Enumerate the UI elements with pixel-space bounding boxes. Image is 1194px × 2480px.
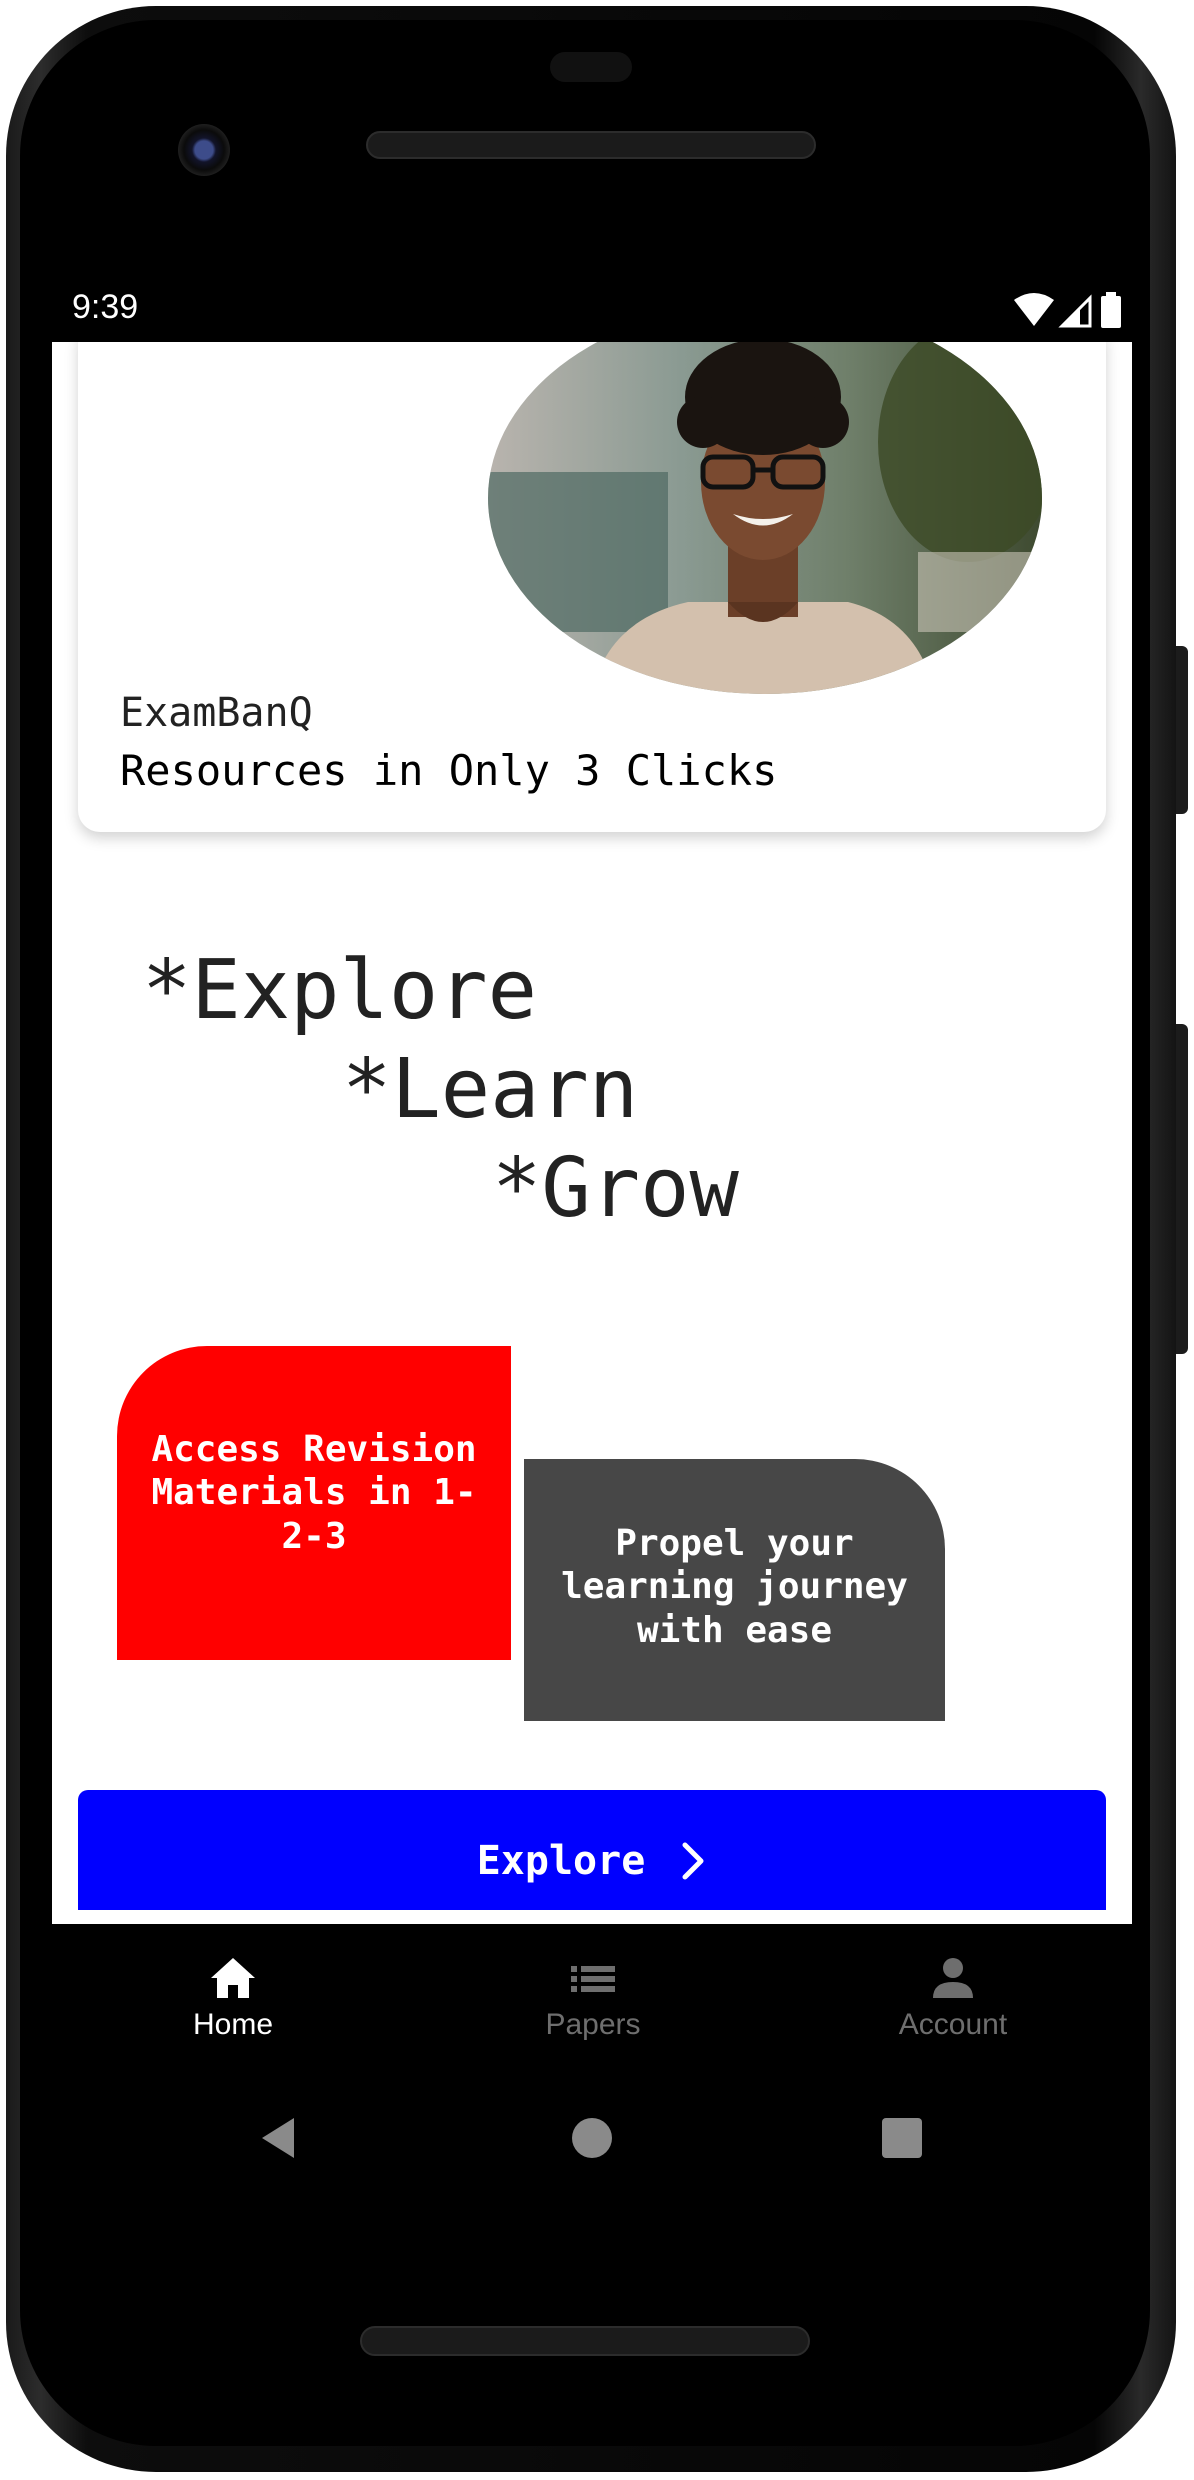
app-screen: ExamBanQ Resources in Only 3 Clicks *Exp… [52, 342, 1132, 1924]
status-icons [1014, 292, 1121, 328]
home-icon [211, 1958, 255, 1998]
revision-tile-text: Access Revision Materials in 1-2-3 [151, 1429, 477, 1557]
list-icon [571, 1966, 615, 1992]
phone-device: 9:39 ExamBanQ Resources in Only 3 Clicks… [0, 0, 1194, 2480]
chevron-right-icon [682, 1842, 704, 1880]
app-brand-name: ExamBanQ [120, 690, 313, 736]
nav-home-label: Home [192, 2008, 274, 2041]
status-bar: 9:39 [52, 280, 1132, 344]
earpiece-speaker [366, 131, 816, 159]
motto-learn: *Learn [342, 1042, 639, 1137]
app-tagline: Resources in Only 3 Clicks [120, 746, 778, 795]
recents-icon[interactable] [872, 2108, 932, 2168]
front-camera [178, 124, 230, 176]
propel-tile-text: Propel your learning journey with ease [561, 1523, 908, 1651]
motto-grow: *Grow [492, 1141, 739, 1236]
status-time: 9:39 [72, 288, 139, 326]
battery-icon [1101, 292, 1121, 328]
nav-account-label: Account [898, 2008, 1008, 2041]
hero-card: ExamBanQ Resources in Only 3 Clicks [78, 342, 1106, 832]
home-circle-icon[interactable] [562, 2108, 622, 2168]
bottom-navigation: Home Papers Account [52, 1924, 1132, 2064]
person-icon [933, 1958, 973, 1998]
nav-home[interactable]: Home [113, 1952, 353, 2052]
volume-button [1176, 1024, 1188, 1354]
propel-tile: Propel your learning journey with ease [524, 1459, 945, 1721]
revision-tile: Access Revision Materials in 1-2-3 [117, 1346, 511, 1660]
proximity-sensor [550, 52, 632, 82]
explore-button[interactable]: Explore [78, 1790, 1106, 1910]
nav-papers-label: Papers [545, 2008, 641, 2041]
system-navigation-bar [52, 2090, 1132, 2190]
wifi-icon [1014, 293, 1054, 326]
back-icon[interactable] [252, 2108, 312, 2168]
nav-account[interactable]: Account [833, 1952, 1073, 2052]
student-photo [488, 342, 1042, 694]
nav-papers[interactable]: Papers [473, 1952, 713, 2052]
explore-button-label: Explore [476, 1838, 646, 1884]
power-button [1176, 646, 1188, 814]
signal-icon [1058, 294, 1092, 328]
motto-explore: *Explore [142, 943, 537, 1038]
bottom-speaker [360, 2326, 810, 2356]
